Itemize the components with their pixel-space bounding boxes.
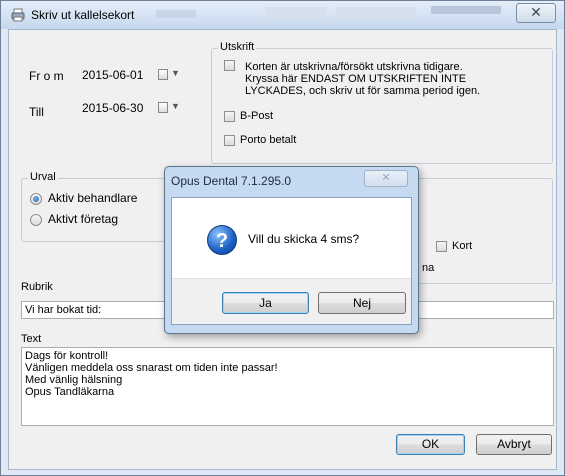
message-line: Opus Tandläkarna <box>25 386 115 398</box>
from-date-picker-button[interactable]: ▼ <box>158 67 184 83</box>
yes-button[interactable]: Ja <box>222 292 309 314</box>
dialog-message: Vill du skicka 4 sms? <box>248 232 360 246</box>
blurred-background <box>431 6 501 14</box>
dialog-button-bar: Ja Nej <box>172 278 411 324</box>
to-date-picker-button[interactable]: ▼ <box>158 100 184 116</box>
active-company-label: Aktivt företag <box>48 212 119 226</box>
calendar-icon <box>158 102 168 113</box>
chevron-down-icon: ▼ <box>171 68 180 78</box>
kort-label: Kort <box>452 240 473 252</box>
dialog-body: ? Vill du skicka 4 sms? Ja Nej <box>171 197 412 325</box>
title-bar[interactable]: Skriv ut kallelsekort ✕ <box>1 1 564 29</box>
b-post-label: B-Post <box>240 110 274 122</box>
message-textarea[interactable]: Dags för kontroll! Vänligen meddela oss … <box>21 347 554 426</box>
subject-label: Rubrik <box>21 281 53 293</box>
from-date-label: Fr o m <box>29 69 64 83</box>
kort-checkbox[interactable] <box>436 241 447 252</box>
print-options-group: Utskrift Korten är utskrivna/försökt uts… <box>211 41 553 164</box>
reprint-checkbox[interactable] <box>224 60 235 71</box>
print-options-title: Utskrift <box>218 41 257 53</box>
active-practitioner-label: Aktiv behandlare <box>48 191 138 205</box>
reprint-label: Korten är utskrivna/försökt utskrivna ti… <box>245 61 480 97</box>
message-text-label: Text <box>21 333 42 345</box>
message-line: Vänligen meddela oss snarast om tiden in… <box>25 362 278 374</box>
selection-title: Urval <box>28 171 58 183</box>
printer-icon <box>11 8 25 22</box>
question-icon: ? <box>207 225 237 255</box>
blurred-background <box>336 7 416 20</box>
message-line: Med vänlig hälsning <box>25 374 123 386</box>
active-company-radio[interactable] <box>30 214 42 226</box>
dialog-close-button[interactable]: ✕ <box>364 170 408 187</box>
b-post-checkbox[interactable] <box>224 111 235 122</box>
partial-option-label: na <box>422 262 435 274</box>
active-practitioner-radio[interactable] <box>30 193 42 205</box>
reprint-line: Korten är utskrivna/försökt utskrivna ti… <box>245 61 463 73</box>
window-close-button[interactable]: ✕ <box>516 3 556 23</box>
to-date-value[interactable]: 2015-06-30 <box>82 101 143 115</box>
ok-button[interactable]: OK <box>396 434 465 455</box>
porto-betalt-label: Porto betalt <box>240 134 297 146</box>
dialog-title: Opus Dental 7.1.295.0 <box>171 174 292 188</box>
window-title: Skriv ut kallelsekort <box>31 8 135 22</box>
from-date-value[interactable]: 2015-06-01 <box>82 68 143 82</box>
blurred-background <box>156 10 196 18</box>
message-line: Dags för kontroll! <box>25 350 109 362</box>
blurred-background <box>266 7 326 20</box>
chevron-down-icon: ▼ <box>171 101 180 111</box>
to-date-label: Till <box>29 105 44 119</box>
calendar-icon <box>158 69 168 80</box>
no-button[interactable]: Nej <box>318 292 406 314</box>
cancel-button[interactable]: Avbryt <box>476 434 552 455</box>
porto-betalt-checkbox[interactable] <box>224 135 235 146</box>
reprint-line: Kryssa här ENDAST OM UTSKRIFTEN INTE <box>245 73 467 85</box>
reprint-line: LYCKADES, och skriv ut för samma period … <box>245 85 481 97</box>
confirm-sms-dialog: Opus Dental 7.1.295.0 ✕ ? Vill du skicka… <box>164 166 419 334</box>
